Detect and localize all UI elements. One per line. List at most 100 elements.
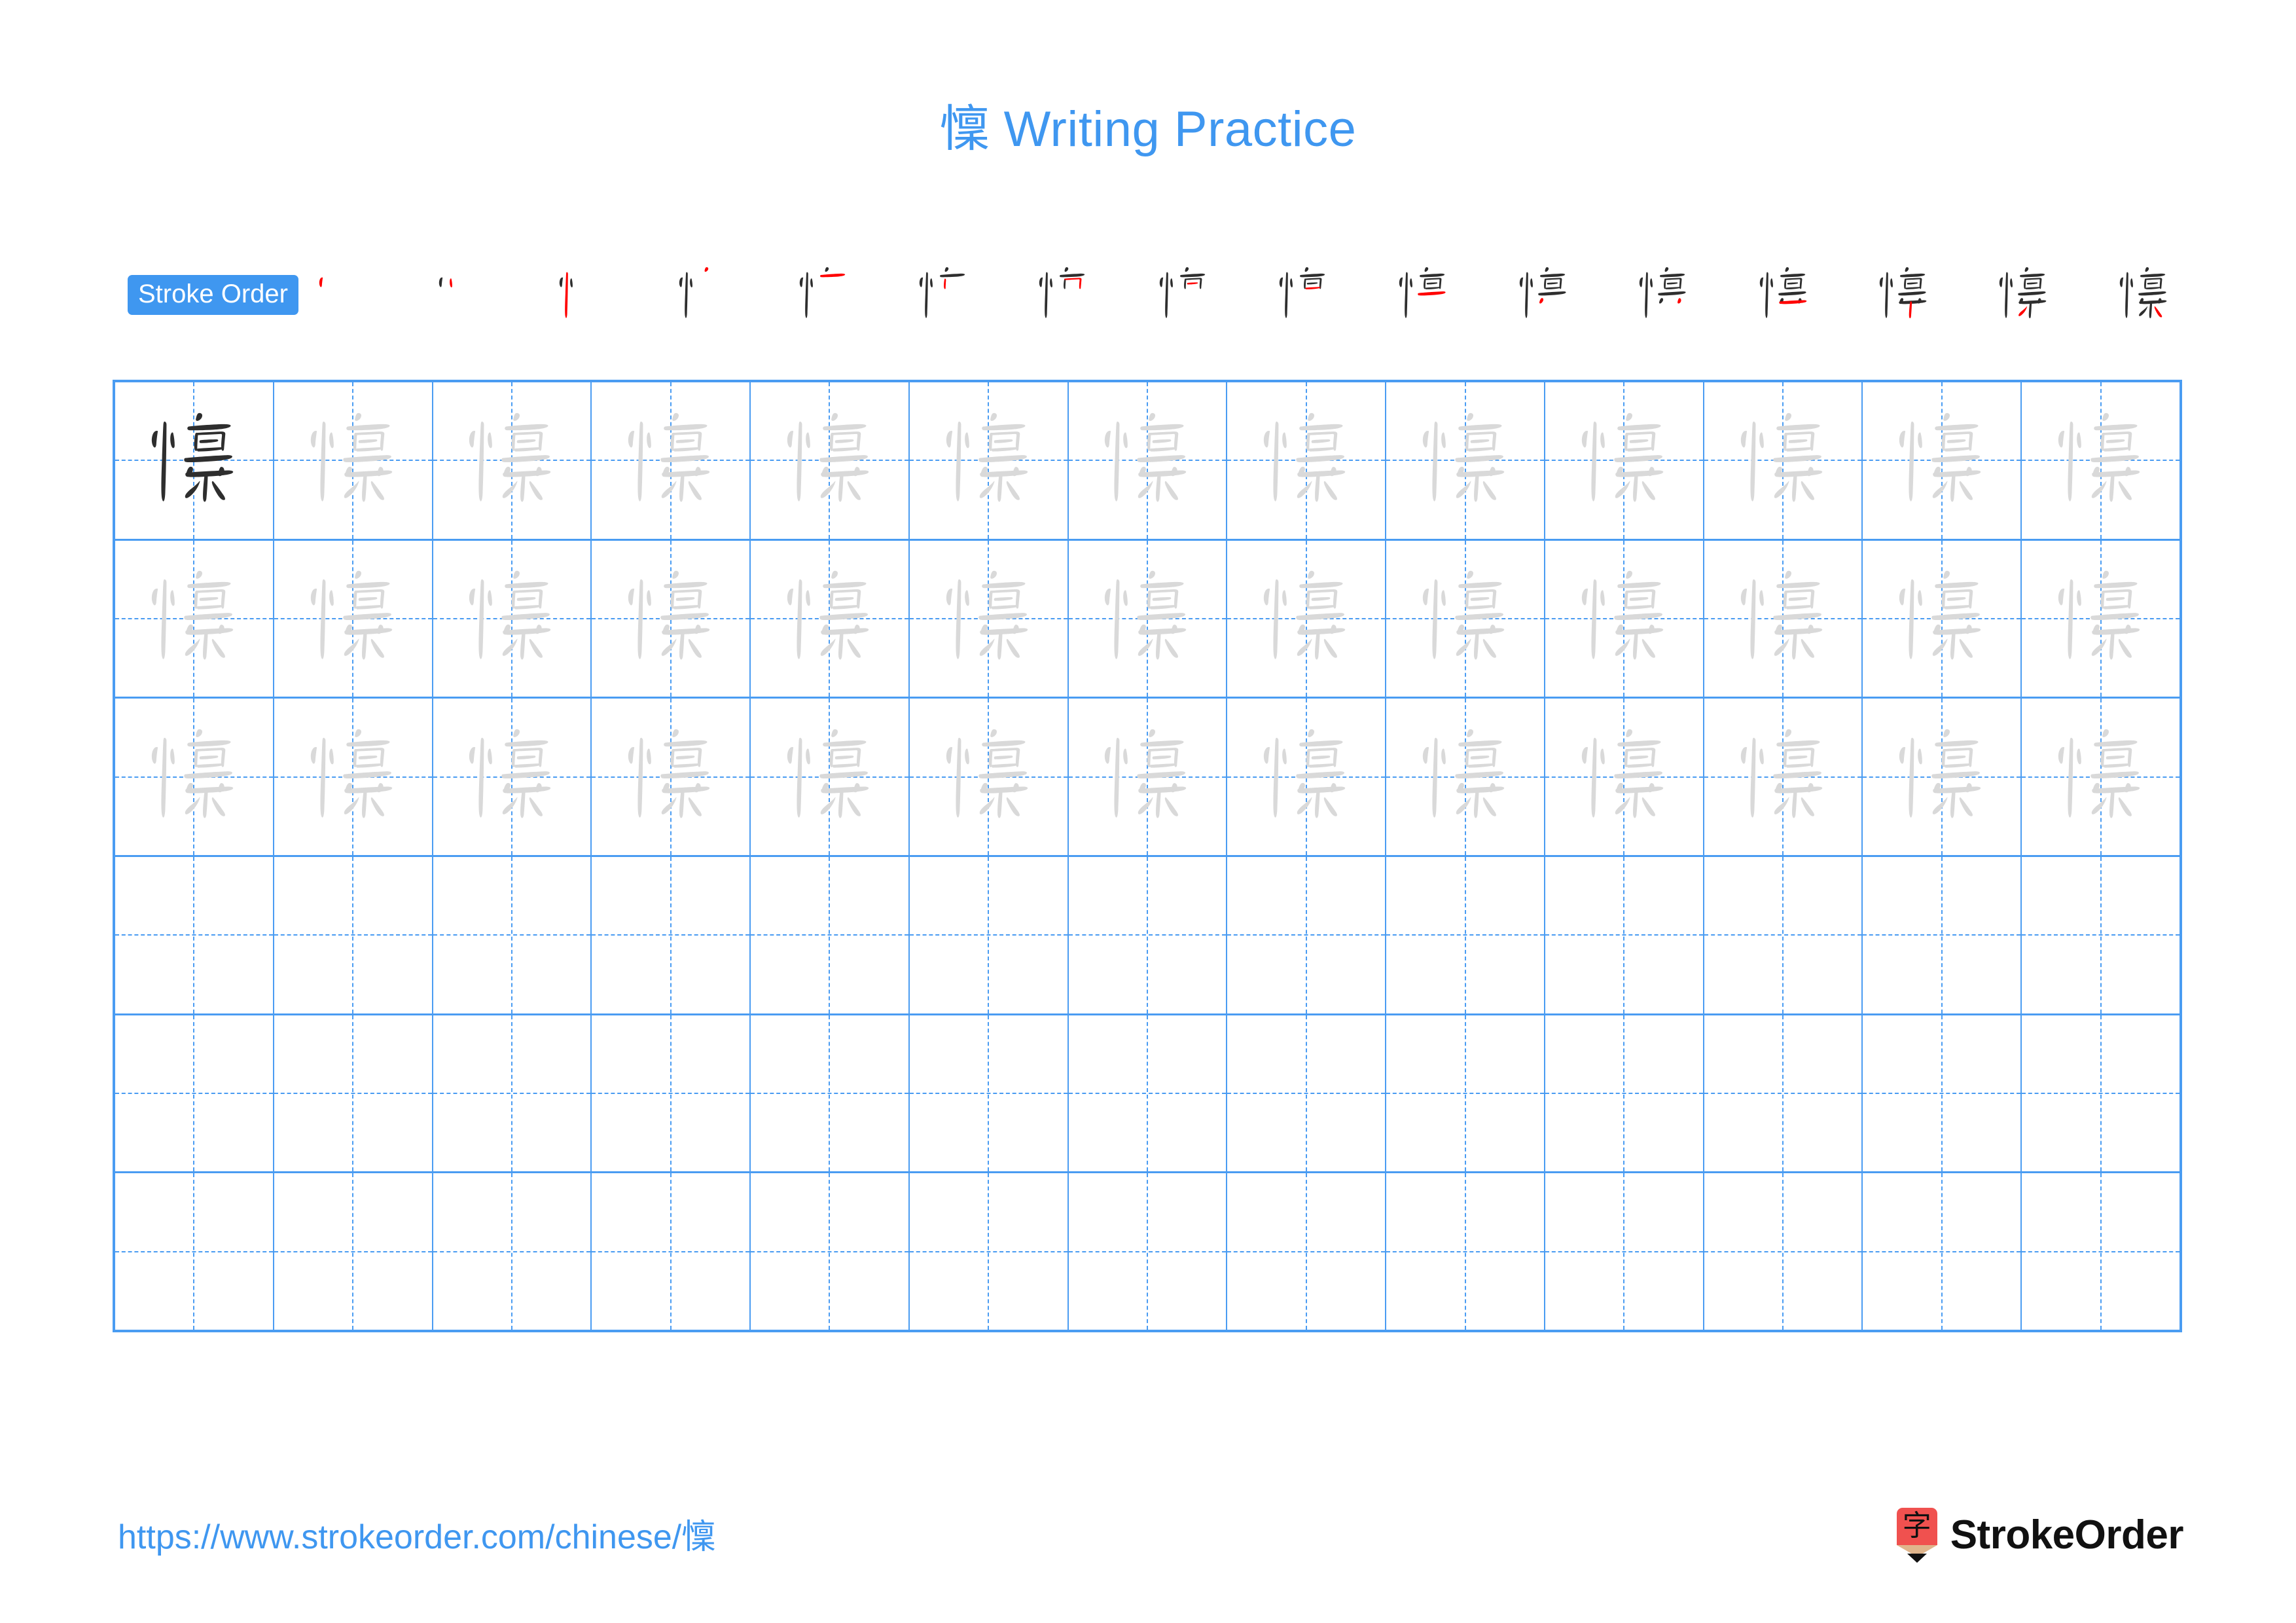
practice-cell[interactable] bbox=[1386, 1015, 1545, 1172]
practice-cell[interactable] bbox=[910, 382, 1069, 539]
trace-character bbox=[274, 382, 432, 539]
trace-character bbox=[1227, 382, 1385, 539]
practice-cell[interactable] bbox=[592, 1173, 751, 1330]
practice-cell[interactable] bbox=[1545, 857, 1704, 1013]
trace-character bbox=[274, 699, 432, 855]
trace-character bbox=[751, 541, 908, 697]
practice-cell[interactable] bbox=[1227, 699, 1387, 856]
practice-cell[interactable] bbox=[1545, 1015, 1704, 1172]
practice-cell[interactable] bbox=[1863, 382, 2022, 539]
stroke-step-11 bbox=[1505, 256, 1583, 333]
practice-cell[interactable] bbox=[433, 1015, 592, 1172]
practice-cell[interactable] bbox=[274, 857, 433, 1013]
practice-cell[interactable] bbox=[1545, 540, 1704, 697]
practice-cell[interactable] bbox=[1704, 382, 1863, 539]
practice-cell[interactable] bbox=[592, 699, 751, 856]
practice-cell[interactable] bbox=[1545, 699, 1704, 856]
practice-cell[interactable] bbox=[1863, 540, 2022, 697]
practice-cell[interactable] bbox=[751, 540, 910, 697]
footer-url[interactable]: https://www.strokeorder.com/chinese/懍 bbox=[118, 1520, 715, 1554]
practice-cell[interactable] bbox=[1704, 857, 1863, 1013]
practice-cell[interactable] bbox=[1386, 699, 1545, 856]
practice-cell[interactable] bbox=[274, 699, 433, 856]
practice-cell[interactable] bbox=[115, 857, 274, 1013]
practice-cell[interactable] bbox=[274, 1173, 433, 1330]
practice-cell[interactable] bbox=[1069, 382, 1228, 539]
practice-cell[interactable] bbox=[1069, 1173, 1228, 1330]
page-title: 懍 Writing Practice bbox=[939, 101, 1357, 157]
trace-character bbox=[433, 382, 591, 539]
practice-cell[interactable] bbox=[1386, 857, 1545, 1013]
trace-character bbox=[274, 541, 432, 697]
trace-character bbox=[1704, 699, 1862, 855]
practice-cell[interactable] bbox=[115, 1015, 274, 1172]
stroke-step-13 bbox=[1746, 256, 1823, 333]
practice-cell[interactable] bbox=[1545, 382, 1704, 539]
brand-logo[interactable]: 字 StrokeOrder bbox=[1896, 1506, 2184, 1565]
practice-cell[interactable] bbox=[1704, 540, 1863, 697]
trace-character bbox=[1863, 699, 2020, 855]
practice-cell[interactable] bbox=[1227, 540, 1387, 697]
practice-cell[interactable] bbox=[592, 857, 751, 1013]
practice-cell[interactable] bbox=[2022, 541, 2179, 697]
practice-cell[interactable] bbox=[115, 540, 274, 697]
practice-cell[interactable] bbox=[2022, 699, 2179, 855]
practice-cell[interactable] bbox=[1863, 1173, 2022, 1330]
practice-cell[interactable] bbox=[2022, 1173, 2179, 1330]
practice-cell[interactable] bbox=[433, 699, 592, 856]
practice-cell[interactable] bbox=[115, 1173, 274, 1330]
trace-character bbox=[751, 382, 908, 539]
practice-cell[interactable] bbox=[751, 382, 910, 539]
practice-cell[interactable] bbox=[274, 382, 433, 539]
practice-cell[interactable] bbox=[1386, 382, 1545, 539]
practice-cell[interactable] bbox=[910, 1015, 1069, 1172]
practice-cell[interactable] bbox=[115, 699, 274, 856]
practice-cell[interactable] bbox=[1386, 1173, 1545, 1330]
practice-cell[interactable] bbox=[592, 1015, 751, 1172]
practice-cell[interactable] bbox=[910, 857, 1069, 1013]
practice-cell[interactable] bbox=[1545, 1173, 1704, 1330]
practice-cell[interactable] bbox=[592, 382, 751, 539]
practice-cell[interactable] bbox=[1863, 699, 2022, 856]
practice-cell[interactable] bbox=[1704, 1015, 1863, 1172]
practice-cell[interactable] bbox=[1069, 857, 1228, 1013]
practice-cell[interactable] bbox=[1863, 1015, 2022, 1172]
practice-cell[interactable] bbox=[1227, 1173, 1387, 1330]
practice-cell[interactable] bbox=[751, 699, 910, 856]
zi-character-icon: 字 bbox=[1902, 1508, 1931, 1542]
practice-cell[interactable] bbox=[751, 1015, 910, 1172]
practice-cell[interactable] bbox=[433, 1173, 592, 1330]
practice-cell[interactable] bbox=[910, 699, 1069, 856]
practice-cell[interactable] bbox=[592, 540, 751, 697]
practice-cell[interactable] bbox=[1227, 382, 1387, 539]
practice-cell[interactable] bbox=[433, 857, 592, 1013]
practice-cell[interactable] bbox=[2022, 382, 2179, 539]
trace-character bbox=[910, 699, 1067, 855]
practice-cell[interactable] bbox=[1069, 1015, 1228, 1172]
practice-cell[interactable] bbox=[1704, 699, 1863, 856]
practice-cell[interactable] bbox=[1863, 857, 2022, 1013]
practice-cell[interactable] bbox=[910, 1173, 1069, 1330]
practice-cell[interactable] bbox=[751, 1173, 910, 1330]
practice-cell[interactable] bbox=[1069, 699, 1228, 856]
practice-cell[interactable] bbox=[2022, 857, 2179, 1013]
practice-cell[interactable] bbox=[2022, 1015, 2179, 1172]
practice-cell[interactable] bbox=[115, 382, 274, 539]
trace-character bbox=[2022, 382, 2179, 539]
practice-cell[interactable] bbox=[1227, 857, 1387, 1013]
trace-character bbox=[433, 541, 591, 697]
practice-cell[interactable] bbox=[910, 540, 1069, 697]
practice-cell[interactable] bbox=[1704, 1173, 1863, 1330]
practice-cell[interactable] bbox=[433, 540, 592, 697]
practice-cell[interactable] bbox=[1069, 540, 1228, 697]
trace-character bbox=[1545, 699, 1703, 855]
practice-cell[interactable] bbox=[1386, 540, 1545, 697]
practice-cell[interactable] bbox=[433, 382, 592, 539]
practice-cell[interactable] bbox=[274, 540, 433, 697]
practice-cell[interactable] bbox=[1227, 1015, 1387, 1172]
trace-character bbox=[2022, 699, 2179, 855]
practice-cell[interactable] bbox=[751, 857, 910, 1013]
trace-character bbox=[1227, 541, 1385, 697]
trace-character bbox=[1069, 382, 1227, 539]
practice-cell[interactable] bbox=[274, 1015, 433, 1172]
